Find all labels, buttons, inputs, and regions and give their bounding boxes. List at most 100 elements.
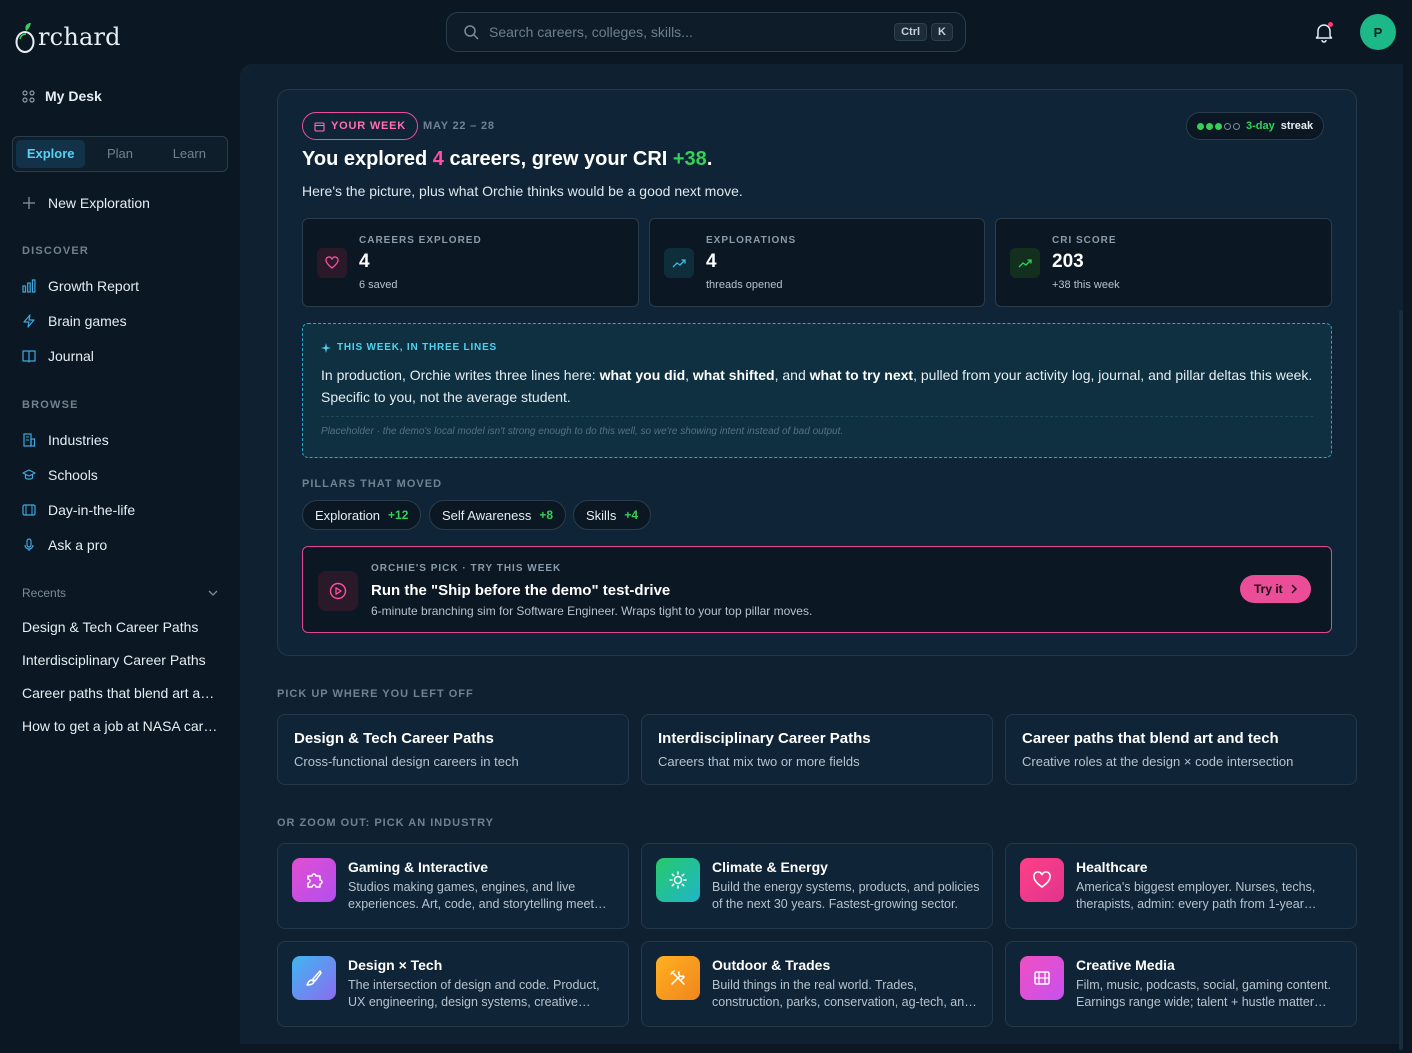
placeholder-note: Placeholder · the demo's local model isn… <box>321 426 844 437</box>
stat-sub: +38 this week <box>1052 279 1120 291</box>
industry-title: Climate & Energy <box>712 859 828 875</box>
brush-icon <box>292 956 336 1000</box>
plus-icon <box>23 197 35 209</box>
streak-count: 3-day <box>1246 120 1275 132</box>
resume-title: Design & Tech Career Paths <box>294 730 494 747</box>
recents-title: Recents <box>22 586 67 600</box>
industry-card-creative-media[interactable]: Creative Media Film, music, podcasts, so… <box>1005 941 1357 1027</box>
ask-a-pro-label: Ask a pro <box>48 537 108 553</box>
schools-label: Schools <box>48 467 98 483</box>
stat-sub: 6 saved <box>359 279 398 291</box>
careers-count: 4 <box>432 148 444 170</box>
logo-text: rchard <box>38 23 121 51</box>
heart-icon <box>317 248 347 278</box>
week-headline: You explored 4 careers, grew your CRI +3… <box>302 148 713 170</box>
search-bar[interactable]: Search careers, colleges, skills... Ctrl… <box>446 12 966 52</box>
industry-card-design-tech[interactable]: Design × Tech The intersection of design… <box>277 941 629 1027</box>
sidebar-item-ask-a-pro[interactable]: Ask a pro <box>22 537 107 553</box>
sidebar-item-day-in-the-life[interactable]: Day-in-the-life <box>22 502 135 518</box>
try-it-button[interactable]: Try it <box>1240 575 1311 603</box>
industry-title: Healthcare <box>1076 859 1148 875</box>
search-input[interactable]: Search careers, colleges, skills... <box>489 24 890 40</box>
sidebar-item-schools[interactable]: Schools <box>22 467 98 483</box>
resume-card[interactable]: Interdisciplinary Career Paths Careers t… <box>641 714 993 785</box>
industry-card-outdoor-trades[interactable]: Outdoor & Trades Build things in the rea… <box>641 941 993 1027</box>
calendar-icon <box>314 121 325 132</box>
stat-explorations: EXPLORATIONS 4 threads opened <box>649 218 985 307</box>
sun-icon <box>656 858 700 902</box>
play-circle-icon <box>318 571 358 611</box>
your-week-label: YOUR WEEK <box>331 120 407 132</box>
pillar-chip-skills[interactable]: Skills +4 <box>573 500 652 530</box>
sidebar-item-industries[interactable]: Industries <box>22 432 109 448</box>
recents-header[interactable]: Recents <box>22 586 218 600</box>
industry-title: Outdoor & Trades <box>712 957 831 973</box>
industry-title: Gaming & Interactive <box>348 859 489 875</box>
stat-label: CRI SCORE <box>1052 235 1117 246</box>
streak-dot <box>1206 122 1213 130</box>
three-lines-card: THIS WEEK, IN THREE LINES In production,… <box>302 323 1332 458</box>
scrollbar-thumb[interactable] <box>1399 310 1403 1050</box>
sidebar-item-journal[interactable]: Journal <box>22 348 94 364</box>
resume-card[interactable]: Design & Tech Career Paths Cross-functio… <box>277 714 629 785</box>
resume-title: Career paths that blend art and tech <box>1022 730 1279 747</box>
avatar[interactable]: P <box>1360 14 1396 50</box>
tools-icon <box>656 956 700 1000</box>
stat-label: EXPLORATIONS <box>706 235 797 246</box>
film-strip-icon <box>22 504 36 516</box>
divider <box>321 416 1313 417</box>
stat-value: 4 <box>359 251 370 272</box>
industry-card-healthcare[interactable]: Healthcare America's biggest employer. N… <box>1005 843 1357 929</box>
industries-label: Industries <box>48 432 109 448</box>
orchies-pick-card[interactable]: ORCHIE'S PICK · TRY THIS WEEK Run the "S… <box>302 546 1332 633</box>
tab-explore[interactable]: Explore <box>16 140 86 168</box>
cri-delta: +38 <box>672 148 707 170</box>
tab-learn[interactable]: Learn <box>155 140 224 168</box>
trending-up-icon <box>664 248 694 278</box>
recent-item[interactable]: Career paths that blend art and tech <box>22 685 222 701</box>
book-icon <box>22 350 36 363</box>
resume-subtitle: Creative roles at the design × code inte… <box>1022 754 1294 769</box>
resume-heading: PICK UP WHERE YOU LEFT OFF <box>277 688 474 700</box>
stat-careers-explored: CAREERS EXPLORED 4 6 saved <box>302 218 639 307</box>
mode-tabs: Explore Plan Learn <box>12 136 228 172</box>
pillars-heading: PILLARS THAT MOVED <box>302 478 443 490</box>
resume-title: Interdisciplinary Career Paths <box>658 730 871 747</box>
resume-subtitle: Cross-functional design careers in tech <box>294 754 519 769</box>
notifications-button[interactable] <box>1313 21 1335 43</box>
chevron-down-icon <box>208 590 218 596</box>
shortcut-key-ctrl: Ctrl <box>894 23 928 41</box>
recent-item[interactable]: How to get a job at NASA careers <box>22 718 222 734</box>
recent-item[interactable]: Design & Tech Career Paths <box>22 619 222 635</box>
industry-title: Creative Media <box>1076 957 1175 973</box>
pillar-delta: +4 <box>624 508 639 522</box>
resume-card[interactable]: Career paths that blend art and tech Cre… <box>1005 714 1357 785</box>
stat-sub: threads opened <box>706 279 783 291</box>
app-logo[interactable]: rchard <box>14 18 121 53</box>
pillar-delta: +12 <box>388 508 409 522</box>
industry-card-climate[interactable]: Climate & Energy Build the energy system… <box>641 843 993 929</box>
tab-plan[interactable]: Plan <box>85 140 154 168</box>
discover-heading: DISCOVER <box>22 245 90 257</box>
notification-dot <box>1328 22 1333 27</box>
stat-value: 4 <box>706 251 717 272</box>
industry-card-gaming[interactable]: Gaming & Interactive Studios making game… <box>277 843 629 929</box>
industry-description: Build the energy systems, products, and … <box>712 880 980 911</box>
sidebar-item-brain-games[interactable]: Brain games <box>22 313 127 329</box>
pillar-chip-exploration[interactable]: Exploration +12 <box>302 500 422 530</box>
growth-report-label: Growth Report <box>48 278 140 294</box>
three-lines-heading: THIS WEEK, IN THREE LINES <box>321 342 497 353</box>
streak-dot <box>1197 122 1204 130</box>
your-week-badge: YOUR WEEK <box>302 112 419 140</box>
recent-item[interactable]: Interdisciplinary Career Paths <box>22 652 222 668</box>
day-in-the-life-label: Day-in-the-life <box>48 502 136 518</box>
sidebar-item-my-desk[interactable]: My Desk <box>22 88 102 104</box>
industry-description: Build things in the real world. Trades, … <box>712 978 972 1009</box>
streak-dot <box>1224 122 1231 130</box>
new-exploration-button[interactable]: New Exploration <box>22 195 150 211</box>
sidebar-item-growth-report[interactable]: Growth Report <box>22 278 139 294</box>
journal-label: Journal <box>48 348 94 364</box>
industry-description: Studios making games, engines, and live … <box>348 880 594 911</box>
pillar-chip-self-awareness[interactable]: Self Awareness +8 <box>429 500 567 530</box>
industries-heading: OR ZOOM OUT: PICK AN INDUSTRY <box>277 817 495 829</box>
